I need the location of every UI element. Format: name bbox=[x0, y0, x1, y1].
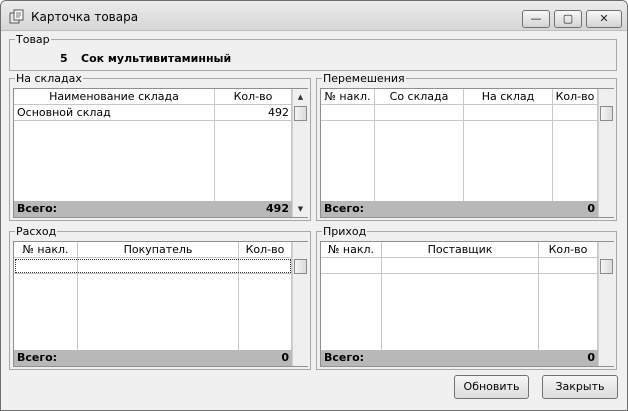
column-header[interactable]: Кол-во bbox=[539, 242, 598, 258]
table-row[interactable]: Основной склад 492 bbox=[14, 105, 292, 121]
warehouses-group-label: На складах bbox=[15, 72, 83, 85]
column-header[interactable]: Кол-во bbox=[239, 242, 292, 258]
warehouses-grid[interactable]: Наименование склада Кол-во Основной скла… bbox=[13, 88, 308, 218]
movements-group-label: Перемешения bbox=[322, 72, 406, 85]
expense-group: Расход № накл. Покупатель Кол-во Всего: … bbox=[9, 225, 311, 370]
column-header[interactable]: Покупатель bbox=[78, 242, 239, 258]
product-name: Сок мультивитаминный bbox=[81, 52, 232, 65]
total-label: Всего: bbox=[324, 202, 365, 215]
vertical-scrollbar[interactable] bbox=[598, 242, 614, 366]
product-code: 5 bbox=[60, 52, 68, 65]
movements-total-value: 0 bbox=[587, 202, 595, 215]
close-window-button[interactable]: ✕ bbox=[586, 10, 622, 28]
column-header[interactable]: Кол-во bbox=[553, 89, 598, 105]
focused-row[interactable] bbox=[15, 259, 291, 273]
maximize-icon: ▢ bbox=[562, 12, 574, 25]
minimize-icon: — bbox=[530, 12, 542, 25]
refresh-button[interactable]: Обновить bbox=[454, 375, 529, 399]
income-total-value: 0 bbox=[587, 351, 595, 364]
total-label: Всего: bbox=[17, 351, 58, 364]
warehouses-group: На складах Наименование склада Кол-во Ос… bbox=[9, 72, 311, 221]
window-title: Карточка товара bbox=[31, 10, 139, 24]
total-label: Всего: bbox=[324, 351, 365, 364]
column-header[interactable]: № накл. bbox=[14, 242, 78, 258]
product-group-label: Товар bbox=[15, 33, 51, 46]
column-header[interactable]: Поставщик bbox=[382, 242, 539, 258]
total-label: Всего: bbox=[17, 202, 58, 215]
warehouse-qty-cell: 492 bbox=[268, 106, 289, 119]
warehouse-name-cell: Основной склад bbox=[17, 106, 111, 119]
maximize-button[interactable]: ▢ bbox=[554, 10, 582, 28]
vertical-scrollbar[interactable] bbox=[598, 89, 614, 217]
scroll-thumb[interactable] bbox=[294, 106, 307, 121]
title-bar[interactable]: Карточка товара — ▢ ✕ bbox=[1, 1, 627, 31]
column-header[interactable]: № накл. bbox=[321, 242, 382, 258]
movements-group: Перемешения № накл. Со склада На склад К… bbox=[316, 72, 617, 221]
product-group: Товар 5 Сок мультивитаминный bbox=[9, 33, 617, 71]
income-group: Приход № накл. Поставщик Кол-во Всего: 0 bbox=[316, 225, 617, 370]
movements-total-row: Всего: 0 bbox=[321, 201, 598, 217]
column-header[interactable]: Со склада bbox=[375, 89, 464, 105]
product-card-window: Карточка товара — ▢ ✕ Товар 5 Сок мульти… bbox=[0, 0, 628, 411]
income-grid[interactable]: № накл. Поставщик Кол-во Всего: 0 bbox=[320, 241, 614, 367]
vertical-scrollbar[interactable]: ▲ ▼ bbox=[292, 89, 308, 217]
scroll-thumb[interactable] bbox=[600, 259, 613, 274]
app-icon bbox=[9, 9, 24, 24]
close-button[interactable]: Закрыть bbox=[542, 375, 618, 399]
scroll-down-icon[interactable]: ▼ bbox=[293, 202, 308, 216]
close-icon: ✕ bbox=[599, 12, 609, 25]
column-header[interactable]: На склад bbox=[464, 89, 553, 105]
column-header[interactable]: № накл. bbox=[321, 89, 375, 105]
expense-total-row: Всего: 0 bbox=[14, 350, 292, 366]
scroll-up-icon[interactable]: ▲ bbox=[293, 90, 308, 104]
income-group-label: Приход bbox=[322, 225, 368, 238]
table-row[interactable] bbox=[321, 258, 598, 274]
table-row[interactable] bbox=[321, 105, 598, 121]
warehouses-total-row: Всего: 492 bbox=[14, 201, 292, 217]
column-header[interactable]: Наименование склада bbox=[14, 89, 215, 105]
scroll-thumb[interactable] bbox=[600, 106, 613, 121]
movements-grid[interactable]: № накл. Со склада На склад Кол-во Всего:… bbox=[320, 88, 614, 218]
expense-total-value: 0 bbox=[281, 351, 289, 364]
column-header[interactable]: Кол-во bbox=[215, 89, 292, 105]
expense-grid[interactable]: № накл. Покупатель Кол-во Всего: 0 bbox=[13, 241, 308, 367]
expense-group-label: Расход bbox=[15, 225, 58, 238]
warehouses-total-value: 492 bbox=[266, 202, 289, 215]
scroll-thumb[interactable] bbox=[294, 259, 307, 274]
vertical-scrollbar[interactable] bbox=[292, 242, 308, 366]
minimize-button[interactable]: — bbox=[522, 10, 550, 28]
income-total-row: Всего: 0 bbox=[321, 350, 598, 366]
